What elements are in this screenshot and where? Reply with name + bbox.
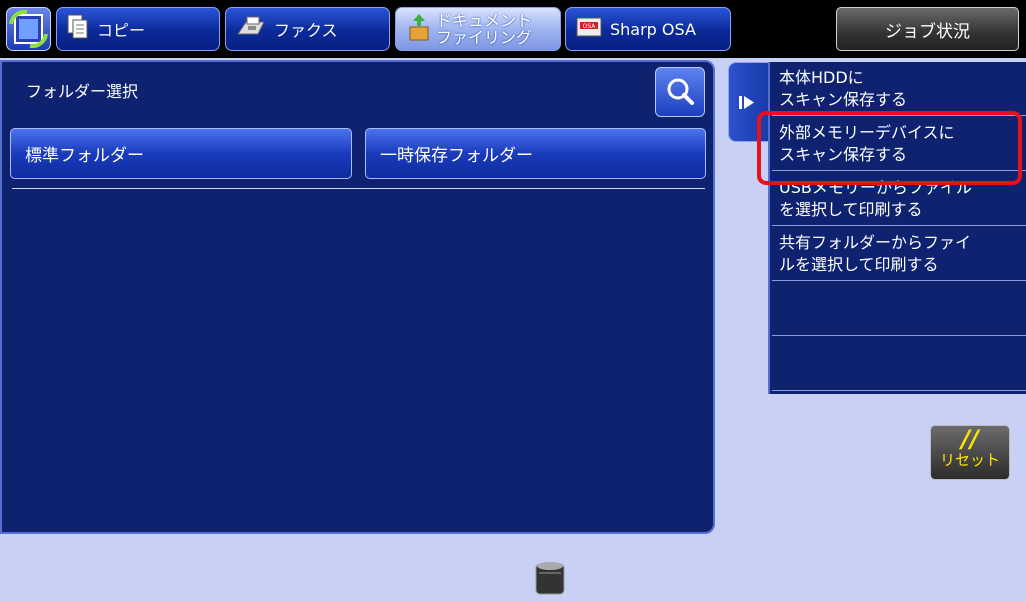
tab-sharp-osa[interactable]: OSA Sharp OSA [565,7,731,51]
tab-copy[interactable]: コピー [56,7,220,51]
copy-icon [67,14,89,44]
fax-icon [236,16,266,42]
svg-text:OSA: OSA [583,23,597,30]
home-button[interactable] [6,7,51,51]
side-menu-item-empty [772,282,1026,336]
tab-document-filing[interactable]: ドキュメント ファイリング [395,7,561,51]
document-filing-icon [408,13,430,45]
side-menu-item-empty [772,337,1026,391]
tab-fax[interactable]: ファクス [225,7,390,51]
reset-icon: // [961,425,979,453]
job-status-button[interactable]: ジョブ状況 [836,7,1019,51]
standard-folder-button[interactable]: 標準フォルダー [10,128,352,179]
tab-sharp-osa-label: Sharp OSA [610,19,696,39]
temporary-folder-button[interactable]: 一時保存フォルダー [365,128,706,179]
home-screen-icon [9,9,48,49]
divider [12,188,705,189]
reset-button[interactable]: // リセット [930,425,1010,480]
search-button[interactable] [655,67,705,117]
page-title: フォルダー選択 [26,82,139,101]
storage-status-icon [534,560,566,596]
osa-icon: OSA [576,17,602,41]
reset-label: リセット [939,451,1000,469]
side-menu-item-print-from-shared-folder[interactable]: 共有フォルダーからファイ ルを選択して印刷する [772,227,1026,281]
side-menu-item-scan-to-hdd[interactable]: 本体HDDに スキャン保存する [772,62,1026,116]
highlight-frame [757,111,1022,185]
tab-fax-label: ファクス [274,21,338,40]
top-bar: コピー ファクス ドキュメント ファイリング OSA Sharp OSA ジョブ… [0,0,1026,58]
tab-copy-label: コピー [97,21,146,40]
folder-select-panel: フォルダー選択 標準フォルダー 一時保存フォルダー [0,60,715,534]
tab-document-filing-label: ドキュメント ファイリング [436,11,533,47]
search-icon [667,78,694,105]
